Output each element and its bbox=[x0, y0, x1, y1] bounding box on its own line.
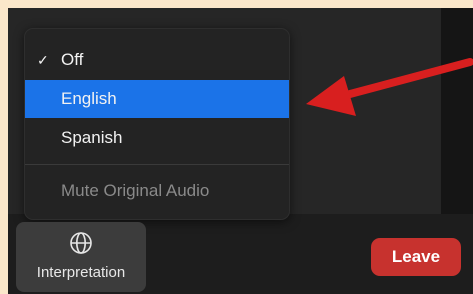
menu-item-off[interactable]: ✓ Off bbox=[25, 41, 289, 79]
video-panel-right bbox=[441, 8, 473, 214]
checkmark-icon: ✓ bbox=[37, 52, 49, 68]
globe-icon bbox=[70, 232, 92, 254]
menu-item-spanish[interactable]: Spanish bbox=[25, 119, 289, 157]
interpretation-label: Interpretation bbox=[36, 264, 126, 281]
menu-item-label: Off bbox=[61, 50, 84, 69]
menu-item-label: English bbox=[61, 89, 117, 108]
menu-divider bbox=[25, 164, 289, 165]
interpretation-button[interactable]: Interpretation bbox=[16, 222, 146, 292]
leave-button[interactable]: Leave bbox=[371, 238, 461, 276]
interpretation-menu: ✓ Off English Spanish Mute Original Audi… bbox=[24, 28, 290, 220]
menu-item-label: Spanish bbox=[61, 128, 123, 147]
menu-item-english[interactable]: English bbox=[25, 80, 289, 118]
menu-item-label: Mute Original Audio bbox=[61, 181, 210, 200]
menu-item-mute-original-audio: Mute Original Audio bbox=[25, 172, 289, 210]
